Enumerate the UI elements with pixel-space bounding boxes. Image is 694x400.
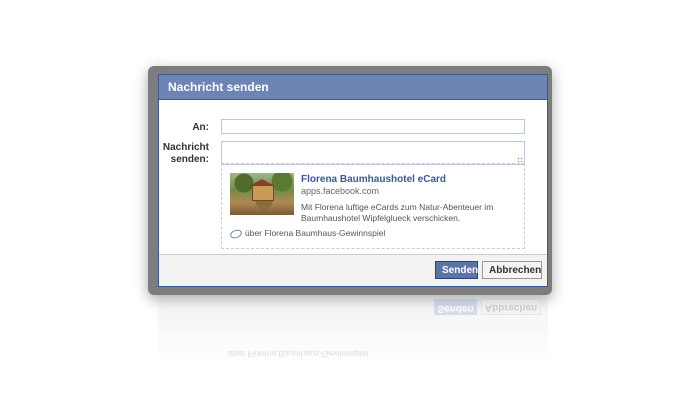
cancel-button[interactable]: Abbrechen	[482, 261, 542, 279]
message-label: Nachricht senden:	[129, 142, 209, 166]
reflection-cancel-button: Abbrechen	[481, 299, 541, 315]
app-title-link[interactable]: Florena Baumhaushotel eCard	[301, 174, 446, 185]
app-description-line1: Mit Florena luftige eCards zum Natur-Abe…	[301, 202, 494, 212]
app-domain: apps.facebook.com	[301, 186, 380, 196]
dialog-footer: Senden Abbrechen	[159, 254, 547, 286]
dialog-title: Nachricht senden	[159, 75, 547, 100]
send-button[interactable]: Senden	[435, 261, 478, 279]
reflection-via-text: über Florena Baumhaus-Gewinnspiel	[228, 349, 369, 359]
attachment-preview: Florena Baumhaushotel eCard apps.faceboo…	[221, 163, 525, 249]
app-description: Mit Florena luftige eCards zum Natur-Abe…	[301, 202, 511, 224]
reflection-send-button: Senden	[434, 299, 477, 315]
app-description-line2: Baumhaushotel Wipfelglueck verschicken.	[301, 213, 461, 223]
dialog-overlay: Nachricht senden An: Nachricht senden: F…	[148, 66, 552, 295]
link-icon	[228, 227, 244, 240]
to-input[interactable]	[221, 119, 525, 134]
thumbnail-house	[252, 185, 274, 201]
message-label-line1: Nachricht	[162, 142, 209, 153]
via-app[interactable]: über Florena Baumhaus-Gewinnspiel	[228, 227, 386, 240]
to-label: An:	[192, 122, 209, 133]
message-label-line2: senden:	[170, 154, 209, 165]
via-text: über Florena Baumhaus-Gewinnspiel	[245, 228, 386, 238]
dialog-reflection: Senden Abbrechen über Florena Baumhaus-G…	[158, 297, 548, 397]
treehouse-thumbnail[interactable]	[230, 173, 294, 215]
message-textarea[interactable]	[221, 141, 525, 165]
send-message-dialog: Nachricht senden An: Nachricht senden: F…	[158, 74, 548, 287]
